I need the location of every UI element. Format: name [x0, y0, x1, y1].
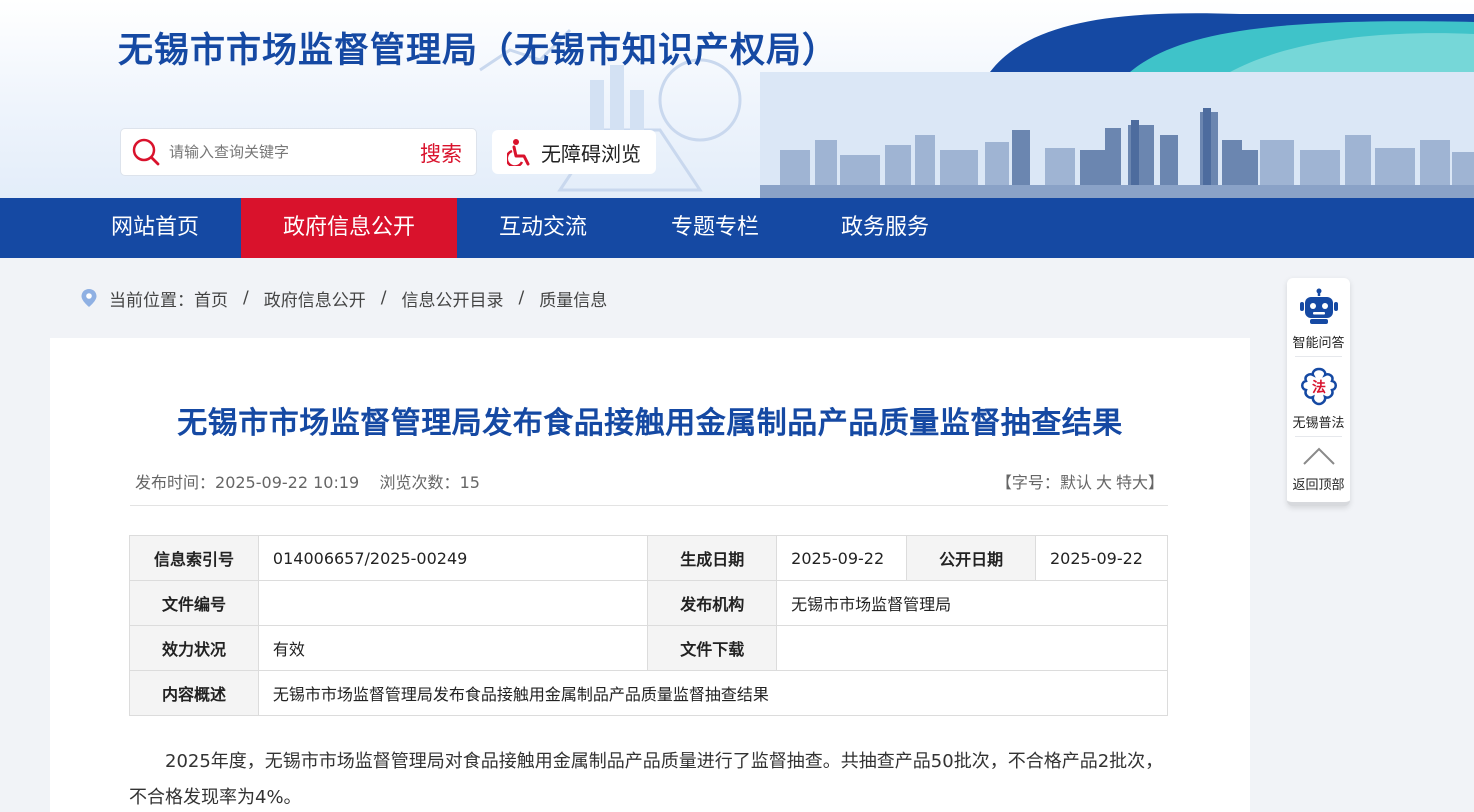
article-body: 2025年度，无锡市市场监督管理局对食品接触用金属制品产品质量进行了监督抽查。共… [129, 751, 1164, 808]
publish-time: 2025-09-22 10:19 [215, 473, 360, 492]
breadcrumb-prefix: 当前位置： [109, 290, 194, 311]
summary-label: 内容概述 [129, 670, 259, 716]
meta-divider [130, 505, 1168, 506]
created-date-value: 2025-09-22 [776, 535, 908, 581]
download-label: 文件下载 [647, 625, 778, 671]
views-label: 浏览次数： [379, 473, 460, 492]
created-date-label: 生成日期 [647, 535, 778, 581]
sidebar-item-label: 返回顶部 [1292, 478, 1345, 493]
search-button[interactable]: 搜索 [420, 138, 462, 168]
sidebar-item-label: 无锡普法 [1292, 416, 1345, 431]
search-box: 搜索 [120, 128, 477, 176]
summary-value: 无锡市市场监督管理局发布食品接触用金属制品产品质量监督抽查结果 [257, 670, 1169, 716]
sidebar-divider [1295, 356, 1342, 357]
article-title: 无锡市市场监督管理局发布食品接触用金属制品产品质量监督抽查结果 [177, 406, 1123, 441]
robot-icon [1299, 288, 1338, 324]
public-date-value: 2025-09-22 [1035, 535, 1168, 581]
issuer-value: 无锡市市场监督管理局 [776, 580, 1168, 626]
article-card: 无锡市市场监督管理局发布食品接触用金属制品产品质量监督抽查结果 发布时间：202… [50, 338, 1250, 812]
accessibility-button[interactable]: 无障碍浏览 [492, 130, 656, 174]
doc-number-label: 文件编号 [129, 580, 259, 626]
wheelchair-icon [507, 139, 530, 166]
nav-item-services[interactable]: 政务服务 [810, 198, 960, 258]
accessibility-label: 无障碍浏览 [541, 141, 641, 166]
table-row: 文件编号 发布机构 无锡市市场监督管理局 [129, 580, 1168, 626]
breadcrumb: 当前位置： 首页 / 政府信息公开 / 信息公开目录 / 质量信息 [80, 286, 607, 311]
publish-time-label: 发布时间： [135, 473, 216, 492]
font-size-default[interactable]: 默认 [1060, 473, 1092, 492]
floating-sidebar: 智能问答 法 无锡普法 返回顶部 [1287, 278, 1350, 506]
sidebar-item-label: 智能问答 [1292, 336, 1345, 351]
breadcrumb-gov-info[interactable]: 政府信息公开 [264, 286, 366, 311]
sidebar-divider [1295, 436, 1342, 437]
breadcrumb-separator: / [243, 288, 249, 308]
location-pin-icon [81, 289, 97, 307]
site-title: 无锡市市场监督管理局（无锡市知识产权局） [118, 31, 839, 71]
status-label: 效力状况 [129, 625, 259, 671]
font-size-switcher: 【字号：默认大特大】 [996, 469, 1164, 493]
font-size-suffix: 】 [1147, 473, 1164, 492]
public-date-label: 公开日期 [906, 535, 1036, 581]
svg-text:法: 法 [1312, 379, 1326, 396]
main-nav: 网站首页 政府信息公开 互动交流 专题专栏 政务服务 [0, 198, 1474, 258]
font-size-prefix: 【字号： [995, 473, 1060, 492]
breadcrumb-directory[interactable]: 信息公开目录 [401, 286, 503, 311]
index-label: 信息索引号 [129, 535, 259, 581]
download-value [776, 625, 1168, 671]
law-icon: 法 [1300, 367, 1337, 406]
font-size-xlarge[interactable]: 特大 [1116, 473, 1148, 492]
search-icon [132, 138, 160, 166]
site-header: 无锡市市场监督管理局（无锡市知识产权局） 搜索 无障碍浏览 [0, 0, 1474, 198]
nav-item-interaction[interactable]: 互动交流 [468, 198, 618, 258]
font-size-large[interactable]: 大 [1096, 473, 1112, 492]
breadcrumb-quality-info[interactable]: 质量信息 [539, 286, 607, 311]
index-value: 014006657/2025-00249 [257, 535, 649, 581]
status-value: 有效 [257, 625, 649, 671]
issuer-label: 发布机构 [647, 580, 778, 626]
sidebar-item-wuxi-law[interactable]: 法 无锡普法 [1287, 366, 1350, 431]
breadcrumb-separator: / [380, 288, 387, 308]
table-row: 效力状况 有效 文件下载 [129, 625, 1168, 671]
search-input[interactable] [169, 143, 399, 161]
nav-item-topics[interactable]: 专题专栏 [640, 198, 790, 258]
views-count: 15 [459, 473, 480, 492]
table-row: 信息索引号 014006657/2025-00249 生成日期 2025-09-… [129, 535, 1168, 581]
nav-item-home[interactable]: 网站首页 [80, 198, 230, 258]
info-table: 信息索引号 014006657/2025-00249 生成日期 2025-09-… [129, 535, 1169, 716]
article-meta: 发布时间：2025-09-22 10:19 浏览次数：15 [135, 469, 480, 493]
table-row: 内容概述 无锡市市场监督管理局发布食品接触用金属制品产品质量监督抽查结果 [129, 670, 1169, 716]
doc-number-value [257, 580, 649, 626]
sidebar-item-back-to-top[interactable]: 返回顶部 [1287, 444, 1350, 493]
chevron-up-icon [1302, 447, 1335, 465]
sidebar-item-smart-qa[interactable]: 智能问答 [1287, 288, 1350, 351]
nav-item-gov-info[interactable]: 政府信息公开 [241, 198, 457, 258]
breadcrumb-separator: / [518, 288, 525, 308]
breadcrumb-home[interactable]: 首页 [194, 286, 228, 311]
